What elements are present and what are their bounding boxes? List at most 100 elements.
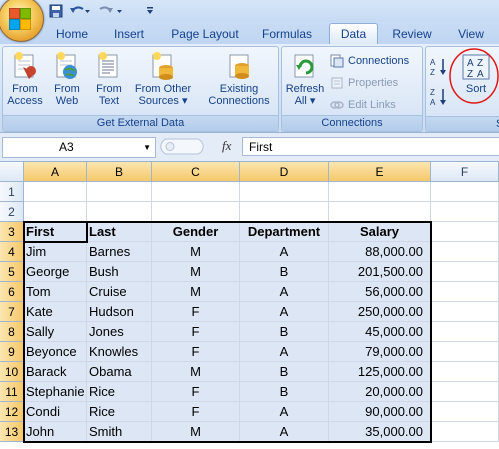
cell-c4[interactable]: M bbox=[152, 242, 240, 262]
cell-e12[interactable]: 90,000.00 bbox=[329, 402, 431, 422]
from-web-button[interactable]: From Web bbox=[47, 51, 87, 107]
cell-b2[interactable] bbox=[87, 202, 152, 222]
properties-button[interactable]: Properties bbox=[330, 75, 398, 91]
undo-icon[interactable] bbox=[68, 3, 92, 19]
connections-button[interactable]: Connections bbox=[330, 53, 409, 69]
save-icon[interactable] bbox=[48, 3, 64, 19]
cell-a11[interactable]: Stephanie bbox=[24, 382, 87, 402]
cell-f8[interactable] bbox=[431, 322, 499, 342]
cell-e2[interactable] bbox=[329, 202, 431, 222]
cell-b9[interactable]: Knowles bbox=[87, 342, 152, 362]
tab-home[interactable]: Home bbox=[50, 24, 94, 44]
row-header-9[interactable]: 9 bbox=[0, 342, 24, 362]
cell-f1[interactable] bbox=[431, 182, 499, 202]
cell-f12[interactable] bbox=[431, 402, 499, 422]
column-header-d[interactable]: D bbox=[240, 162, 329, 182]
column-header-f[interactable]: F bbox=[431, 162, 499, 182]
cell-b3[interactable]: Last bbox=[87, 222, 152, 242]
cell-b8[interactable]: Jones bbox=[87, 322, 152, 342]
row-header-1[interactable]: 1 bbox=[0, 182, 24, 202]
row-header-3[interactable]: 3 bbox=[0, 222, 24, 242]
select-all-corner[interactable] bbox=[0, 162, 24, 182]
cell-b13[interactable]: Smith bbox=[87, 422, 152, 442]
cell-e8[interactable]: 45,000.00 bbox=[329, 322, 431, 342]
cell-c12[interactable]: F bbox=[152, 402, 240, 422]
cell-c5[interactable]: M bbox=[152, 262, 240, 282]
cell-f3[interactable] bbox=[431, 222, 499, 242]
insert-function-icon[interactable]: fx bbox=[222, 138, 231, 154]
cell-a3[interactable]: First bbox=[24, 222, 87, 242]
chevron-down-icon[interactable]: ▼ bbox=[143, 138, 151, 157]
cell-b11[interactable]: Rice bbox=[87, 382, 152, 402]
existing-connections-button[interactable]: Existing Connections bbox=[203, 51, 275, 107]
cell-d13[interactable]: A bbox=[240, 422, 329, 442]
cell-a12[interactable]: Condi bbox=[24, 402, 87, 422]
cell-d11[interactable]: B bbox=[240, 382, 329, 402]
cell-f13[interactable] bbox=[431, 422, 499, 442]
cell-e11[interactable]: 20,000.00 bbox=[329, 382, 431, 402]
cell-c9[interactable]: F bbox=[152, 342, 240, 362]
edit-links-button[interactable]: Edit Links bbox=[330, 97, 396, 113]
cell-a9[interactable]: Beyonce bbox=[24, 342, 87, 362]
cell-f7[interactable] bbox=[431, 302, 499, 322]
cell-c13[interactable]: M bbox=[152, 422, 240, 442]
cell-a1[interactable] bbox=[24, 182, 87, 202]
redo-icon[interactable] bbox=[96, 3, 126, 19]
cell-b6[interactable]: Cruise bbox=[87, 282, 152, 302]
customize-toolbar-icon[interactable] bbox=[144, 3, 156, 19]
cell-a10[interactable]: Barack bbox=[24, 362, 87, 382]
cell-e10[interactable]: 125,000.00 bbox=[329, 362, 431, 382]
cell-b10[interactable]: Obama bbox=[87, 362, 152, 382]
cell-d2[interactable] bbox=[240, 202, 329, 222]
tab-view[interactable]: View bbox=[450, 24, 492, 44]
from-text-button[interactable]: From Text bbox=[89, 51, 129, 107]
row-header-10[interactable]: 10 bbox=[0, 362, 24, 382]
cell-b5[interactable]: Bush bbox=[87, 262, 152, 282]
cell-e6[interactable]: 56,000.00 bbox=[329, 282, 431, 302]
cell-d8[interactable]: B bbox=[240, 322, 329, 342]
cell-c6[interactable]: M bbox=[152, 282, 240, 302]
cell-f4[interactable] bbox=[431, 242, 499, 262]
formula-input[interactable]: First bbox=[242, 137, 499, 156]
cell-b1[interactable] bbox=[87, 182, 152, 202]
cell-b7[interactable]: Hudson bbox=[87, 302, 152, 322]
cell-d3[interactable]: Department bbox=[240, 222, 329, 242]
cell-a7[interactable]: Kate bbox=[24, 302, 87, 322]
tab-data[interactable]: Data bbox=[329, 23, 378, 45]
column-header-e[interactable]: E bbox=[329, 162, 431, 182]
cell-d10[interactable]: B bbox=[240, 362, 329, 382]
cell-d6[interactable]: A bbox=[240, 282, 329, 302]
tab-formulas[interactable]: Formulas bbox=[255, 24, 319, 44]
row-header-12[interactable]: 12 bbox=[0, 402, 24, 422]
cell-f5[interactable] bbox=[431, 262, 499, 282]
cell-a2[interactable] bbox=[24, 202, 87, 222]
column-header-b[interactable]: B bbox=[87, 162, 152, 182]
cell-b4[interactable]: Barnes bbox=[87, 242, 152, 262]
cell-d5[interactable]: B bbox=[240, 262, 329, 282]
cell-e1[interactable] bbox=[329, 182, 431, 202]
row-header-7[interactable]: 7 bbox=[0, 302, 24, 322]
cell-c8[interactable]: F bbox=[152, 322, 240, 342]
cell-f2[interactable] bbox=[431, 202, 499, 222]
row-header-8[interactable]: 8 bbox=[0, 322, 24, 342]
row-header-2[interactable]: 2 bbox=[0, 202, 24, 222]
cell-c7[interactable]: F bbox=[152, 302, 240, 322]
cell-a8[interactable]: Sally bbox=[24, 322, 87, 342]
tab-page-layout[interactable]: Page Layout bbox=[166, 24, 244, 44]
cell-e4[interactable]: 88,000.00 bbox=[329, 242, 431, 262]
cell-e9[interactable]: 79,000.00 bbox=[329, 342, 431, 362]
cell-b12[interactable]: Rice bbox=[87, 402, 152, 422]
cell-e13[interactable]: 35,000.00 bbox=[329, 422, 431, 442]
cell-d7[interactable]: A bbox=[240, 302, 329, 322]
cell-d9[interactable]: A bbox=[240, 342, 329, 362]
cell-d4[interactable]: A bbox=[240, 242, 329, 262]
cell-f6[interactable] bbox=[431, 282, 499, 302]
cell-c10[interactable]: M bbox=[152, 362, 240, 382]
cell-f10[interactable] bbox=[431, 362, 499, 382]
row-header-4[interactable]: 4 bbox=[0, 242, 24, 262]
cell-c3[interactable]: Gender bbox=[152, 222, 240, 242]
cell-c2[interactable] bbox=[152, 202, 240, 222]
cell-c11[interactable]: F bbox=[152, 382, 240, 402]
column-header-c[interactable]: C bbox=[152, 162, 240, 182]
cell-a4[interactable]: Jim bbox=[24, 242, 87, 262]
